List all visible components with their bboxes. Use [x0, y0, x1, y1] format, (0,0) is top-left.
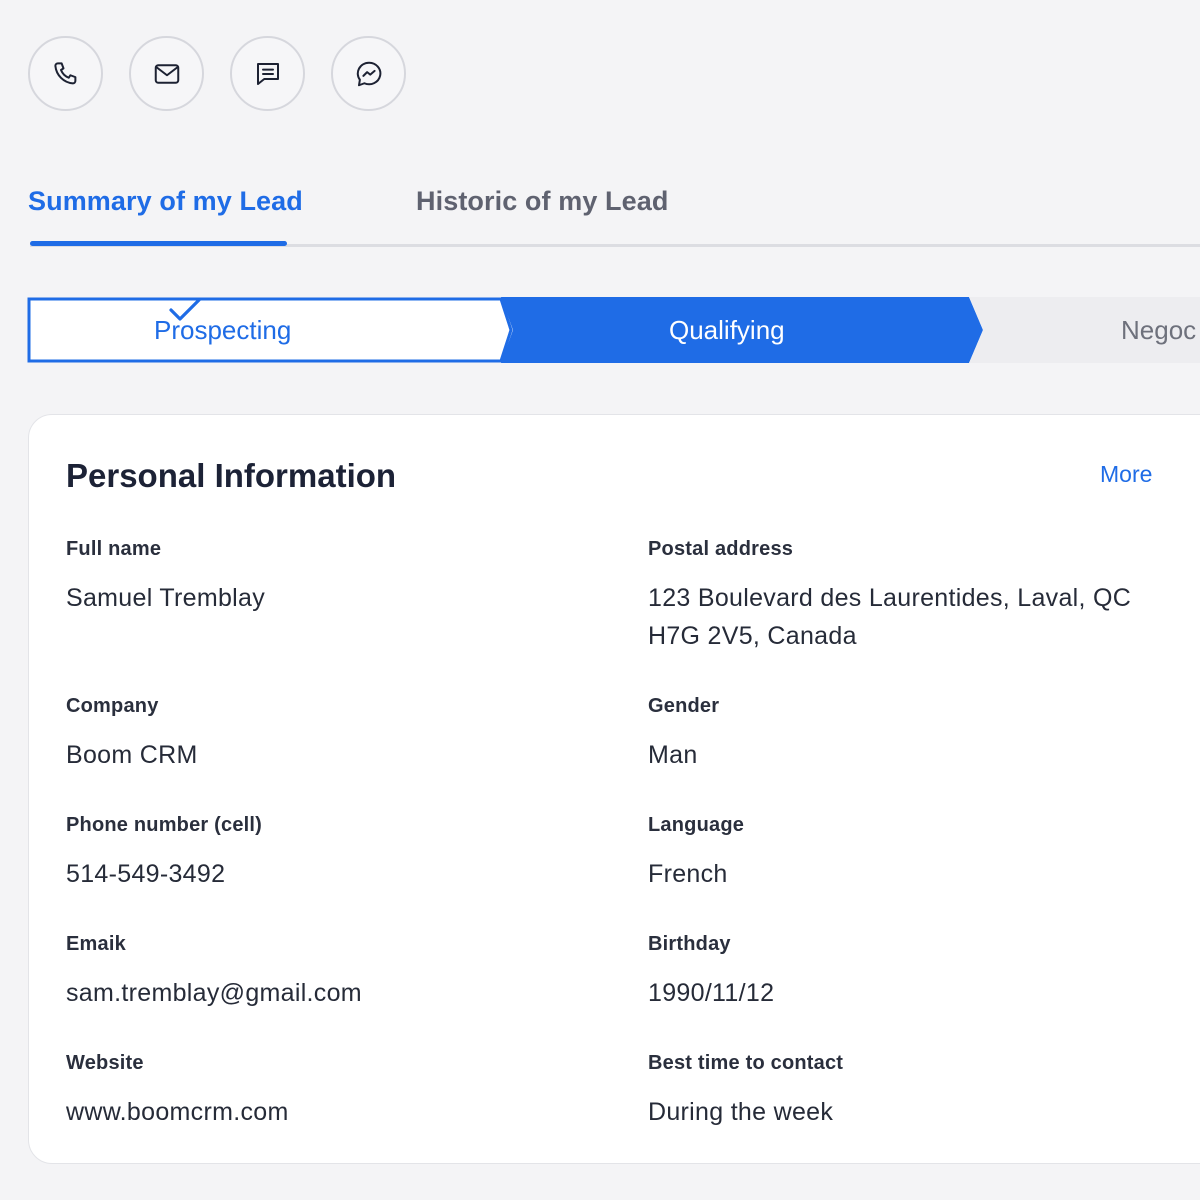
- field-postal-address: Postal address 123 Boulevard des Laurent…: [648, 538, 1188, 655]
- field-label: Postal address: [648, 538, 794, 560]
- step-prospecting[interactable]: Prospecting: [154, 297, 291, 363]
- field-label: Full name: [66, 538, 162, 560]
- contact-actions: [28, 36, 406, 111]
- address-line-2: H7G 2V5, Canada: [648, 622, 857, 650]
- call-button[interactable]: [28, 36, 103, 111]
- field-value: sam.tremblay@gmail.com: [66, 979, 362, 1007]
- lead-page: Summary of my Lead Historic of my Lead P…: [0, 0, 1200, 1200]
- field-label: Birthday: [648, 933, 731, 955]
- field-label: Phone number (cell): [66, 814, 263, 836]
- pipeline-stepper: Prospecting Qualifying Negoc: [27, 297, 1200, 363]
- messenger-icon: [356, 61, 381, 86]
- check-icon: [169, 298, 201, 321]
- field-value: French: [648, 860, 728, 888]
- more-link[interactable]: More: [1100, 461, 1152, 488]
- step-negoc-label: Negoc: [1121, 314, 1197, 345]
- phone-icon: [53, 61, 76, 84]
- field-label: Best time to contact: [648, 1052, 844, 1074]
- active-tab-indicator: [30, 241, 287, 246]
- field-label: Gender: [648, 695, 720, 717]
- field-label: Website: [66, 1052, 144, 1074]
- field-value: 514-549-3492: [66, 860, 226, 888]
- step-negoc[interactable]: Negoc: [1121, 297, 1196, 363]
- lead-tabs: Summary of my Lead Historic of my Lead: [0, 186, 1200, 248]
- field-value: 1990/11/12: [648, 979, 775, 1007]
- field-phone: Phone number (cell) 514-549-3492: [66, 814, 262, 893]
- field-email: Emaik sam.tremblay@gmail.com: [66, 933, 362, 1012]
- personal-information-card: Personal Information More Full name Samu…: [28, 414, 1200, 1164]
- field-website: Website www.boomcrm.com: [66, 1052, 289, 1131]
- field-value: During the week: [648, 1098, 834, 1126]
- tab-summary[interactable]: Summary of my Lead: [28, 186, 303, 217]
- field-gender: Gender Man: [648, 695, 1188, 774]
- field-value: Man: [648, 741, 698, 769]
- sms-button[interactable]: [230, 36, 305, 111]
- field-language: Language French: [648, 814, 1188, 893]
- card-title: Personal Information: [66, 457, 397, 494]
- field-value: Samuel Tremblay: [66, 584, 266, 612]
- step-qualifying-label: Qualifying: [669, 314, 785, 345]
- field-value: 123 Boulevard des Laurentides, Laval, QC…: [648, 579, 1188, 655]
- field-company: Company Boom CRM: [66, 695, 198, 774]
- step-qualifying[interactable]: Qualifying: [669, 297, 785, 363]
- field-best-time: Best time to contact During the week: [648, 1052, 1188, 1131]
- message-icon: [256, 62, 279, 85]
- address-line-1: 123 Boulevard des Laurentides, Laval, QC: [648, 584, 1132, 612]
- field-label: Language: [648, 814, 745, 836]
- field-label: Emaik: [66, 933, 126, 955]
- tab-historic[interactable]: Historic of my Lead: [416, 186, 668, 217]
- field-value: Boom CRM: [66, 741, 198, 769]
- field-birthday: Birthday 1990/11/12: [648, 933, 1188, 1012]
- email-button[interactable]: [129, 36, 204, 111]
- field-full-name: Full name Samuel Tremblay: [66, 538, 265, 617]
- mail-icon: [154, 63, 179, 84]
- field-value: www.boomcrm.com: [66, 1098, 289, 1126]
- field-label: Company: [66, 695, 159, 717]
- messenger-button[interactable]: [331, 36, 406, 111]
